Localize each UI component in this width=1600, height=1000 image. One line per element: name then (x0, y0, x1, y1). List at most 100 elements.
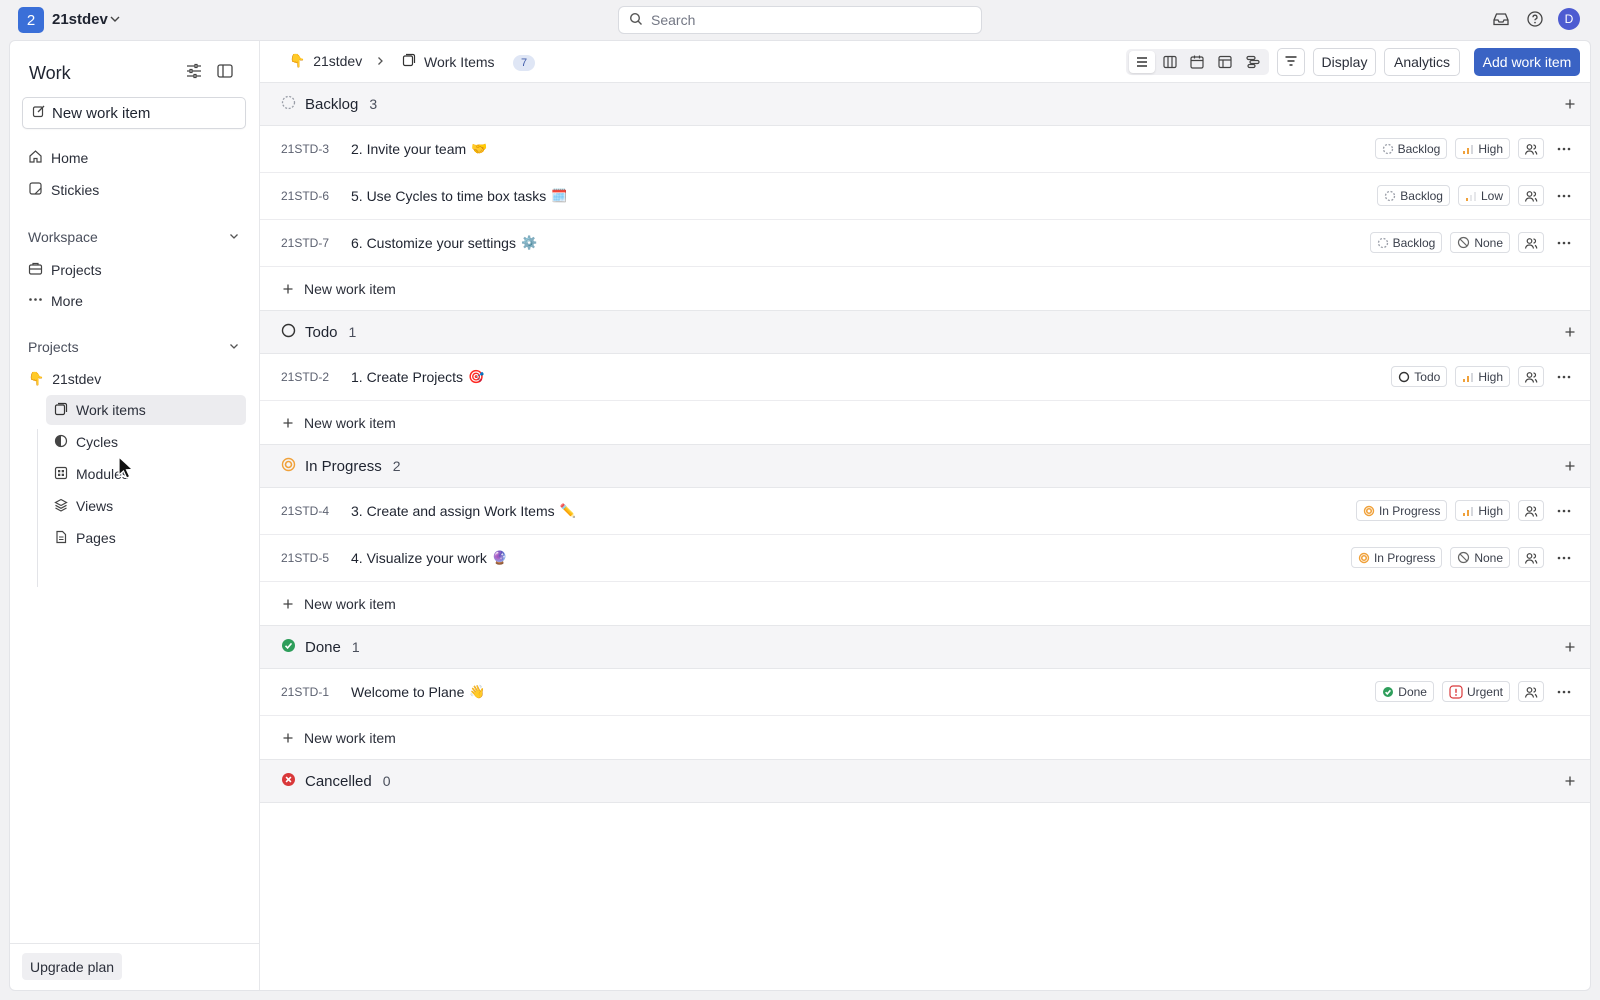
list-layout-icon[interactable] (1128, 51, 1155, 73)
state-chip[interactable]: In Progress (1355, 500, 1448, 521)
gantt-layout-icon[interactable] (1240, 51, 1266, 73)
board-layout-icon[interactable] (1157, 51, 1183, 73)
state-chip[interactable]: Backlog (1374, 138, 1448, 159)
new-work-item-row[interactable]: New work item (260, 401, 1590, 445)
plus-icon[interactable] (1564, 774, 1576, 790)
sidebar-item-work-items[interactable]: Work items (46, 395, 246, 425)
group-header-done[interactable]: Done 1 (260, 626, 1590, 669)
work-item-title[interactable]: 3. Create and assign Work Items ✏️ (351, 503, 576, 519)
nav-stickies[interactable]: Stickies (28, 177, 99, 203)
display-button[interactable]: Display (1313, 48, 1376, 76)
state-chip[interactable]: Backlog (1369, 232, 1443, 253)
state-chip[interactable]: In Progress (1350, 547, 1443, 568)
more-actions-icon[interactable] (1552, 681, 1576, 702)
sidebar-item-modules[interactable]: Modules (46, 459, 246, 489)
plus-icon[interactable] (1564, 97, 1576, 113)
add-work-item-button[interactable]: Add work item (1474, 48, 1580, 76)
analytics-button[interactable]: Analytics (1384, 48, 1460, 76)
plus-icon (282, 283, 294, 295)
table-row[interactable]: 21STD-1 Welcome to Plane 👋 Done Urgent (260, 669, 1590, 716)
plus-icon[interactable] (1564, 459, 1576, 475)
sidebar-item-cycles[interactable]: Cycles (46, 427, 246, 457)
plus-icon[interactable] (1564, 640, 1576, 656)
table-row[interactable]: 21STD-2 1. Create Projects 🎯 Todo High (260, 354, 1590, 401)
work-item-title[interactable]: 5. Use Cycles to time box tasks 🗓️ (351, 188, 567, 204)
backlog-state-icon (281, 95, 296, 113)
search-box[interactable] (618, 6, 982, 34)
breadcrumb-work-items[interactable]: Work Items (402, 53, 495, 70)
search-input[interactable] (651, 12, 971, 28)
more-actions-icon[interactable] (1552, 232, 1576, 253)
table-row[interactable]: 21STD-6 5. Use Cycles to time box tasks … (260, 173, 1590, 220)
project-21stdev[interactable]: 👇 21stdev (28, 366, 101, 392)
workspace-badge[interactable]: 2 (18, 7, 44, 33)
assignee-chip[interactable] (1518, 138, 1544, 159)
more-actions-icon[interactable] (1552, 366, 1576, 387)
sidebar-item-pages[interactable]: Pages (46, 523, 246, 553)
priority-chip[interactable]: High (1455, 366, 1510, 387)
new-work-item-row[interactable]: New work item (260, 582, 1590, 626)
filter-button[interactable] (1277, 48, 1305, 76)
table-row[interactable]: 21STD-5 4. Visualize your work 🔮 In Prog… (260, 535, 1590, 582)
chevron-down-icon[interactable] (228, 339, 240, 355)
sliders-icon[interactable] (185, 62, 203, 83)
table-row[interactable]: 21STD-3 2. Invite your team 🤝 Backlog Hi… (260, 126, 1590, 173)
group-header-progress[interactable]: In Progress 2 (260, 445, 1590, 488)
more-actions-icon[interactable] (1552, 500, 1576, 521)
new-work-item-row[interactable]: New work item (260, 716, 1590, 760)
priority-chip[interactable]: None (1450, 232, 1510, 253)
assignee-chip[interactable] (1518, 681, 1544, 702)
group-header-backlog[interactable]: Backlog 3 (260, 83, 1590, 126)
sidebar: Work New work item Home Stickies Workspa… (10, 41, 260, 990)
work-item-title[interactable]: 4. Visualize your work 🔮 (351, 550, 508, 566)
breadcrumb-project[interactable]: 👇 21stdev (289, 53, 362, 69)
table-row[interactable]: 21STD-4 3. Create and assign Work Items … (260, 488, 1590, 535)
more-actions-icon[interactable] (1552, 138, 1576, 159)
sidebar-toggle-icon[interactable] (216, 62, 234, 83)
projects-section-header[interactable]: Projects (28, 339, 240, 355)
assignee-chip[interactable] (1518, 500, 1544, 521)
chevron-down-icon[interactable] (228, 229, 240, 245)
help-icon[interactable] (1524, 8, 1546, 30)
sidebar-item-label: Views (76, 498, 114, 514)
new-work-item-button[interactable]: New work item (22, 97, 246, 129)
project-tree-line (37, 429, 38, 587)
priority-chip[interactable]: High (1455, 138, 1510, 159)
sidebar-item-views[interactable]: Views (46, 491, 246, 521)
state-label: In Progress (1373, 550, 1436, 565)
new-work-item-row[interactable]: New work item (260, 267, 1590, 311)
priority-chip[interactable]: None (1450, 547, 1510, 568)
group-header-todo[interactable]: Todo 1 (260, 311, 1590, 354)
workspace-section-header[interactable]: Workspace (28, 229, 240, 245)
nav-home[interactable]: Home (28, 145, 88, 171)
plus-icon[interactable] (1564, 325, 1576, 341)
nav-projects[interactable]: Projects (28, 257, 102, 283)
workspace-name[interactable]: 21stdev (52, 11, 108, 28)
more-actions-icon[interactable] (1552, 185, 1576, 206)
assignee-chip[interactable] (1518, 547, 1544, 568)
work-item-title[interactable]: 1. Create Projects 🎯 (351, 369, 484, 385)
work-item-title[interactable]: 6. Customize your settings ⚙️ (351, 235, 537, 251)
assignee-chip[interactable] (1518, 366, 1544, 387)
inbox-icon[interactable] (1490, 8, 1512, 30)
upgrade-plan-button[interactable]: Upgrade plan (22, 953, 123, 980)
assignee-chip[interactable] (1518, 185, 1544, 206)
calendar-layout-icon[interactable] (1184, 51, 1210, 73)
state-chip[interactable]: Backlog (1377, 185, 1450, 206)
work-item-title[interactable]: 2. Invite your team 🤝 (351, 141, 487, 157)
work-item-title[interactable]: Welcome to Plane 👋 (351, 684, 486, 700)
more-actions-icon[interactable] (1552, 547, 1576, 568)
nav-more[interactable]: More (28, 288, 83, 314)
assignee-chip[interactable] (1518, 232, 1544, 253)
state-chip[interactable]: Done (1375, 681, 1434, 702)
avatar[interactable]: D (1558, 8, 1580, 30)
priority-chip[interactable]: Urgent (1441, 681, 1510, 702)
state-chip[interactable]: Todo (1391, 366, 1448, 387)
priority-chip[interactable]: High (1455, 500, 1510, 521)
spreadsheet-layout-icon[interactable] (1212, 51, 1238, 73)
work-items-icon (54, 402, 68, 419)
table-row[interactable]: 21STD-7 6. Customize your settings ⚙️ Ba… (260, 220, 1590, 267)
chevron-down-icon[interactable] (108, 12, 122, 29)
group-header-cancelled[interactable]: Cancelled 0 (260, 760, 1590, 803)
priority-chip[interactable]: Low (1457, 185, 1510, 206)
